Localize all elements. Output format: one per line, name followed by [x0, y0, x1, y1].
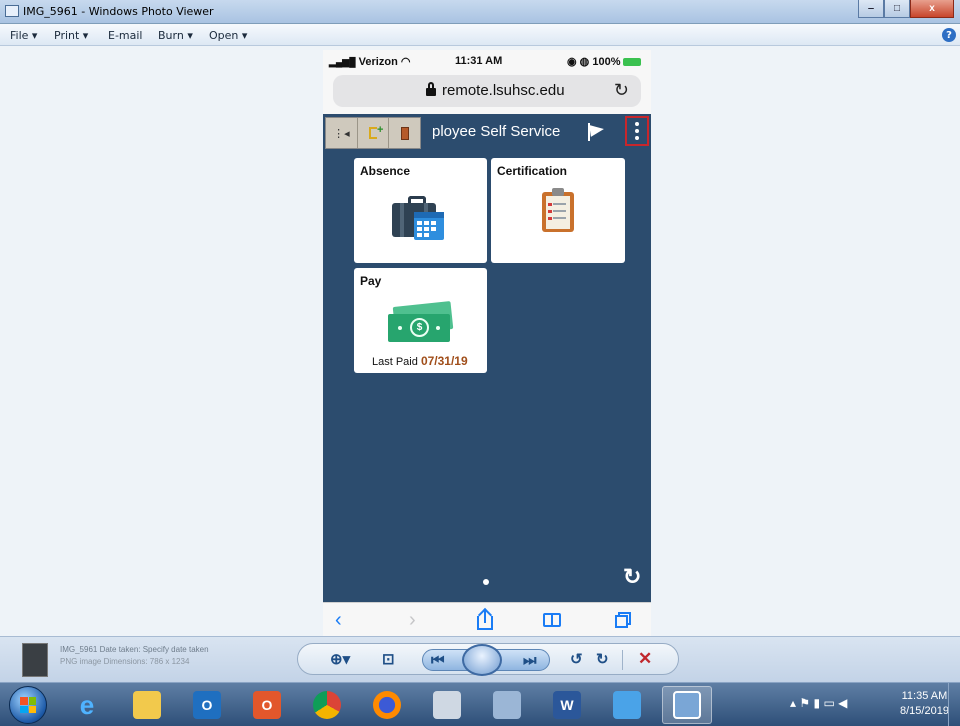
viewer-controls: ⊕▾ ⊡ ⏮ ⏭ ↺ ↻ ✕ [297, 643, 679, 676]
menu-open[interactable]: Open ▾ [209, 29, 247, 42]
help-icon[interactable]: ? [942, 28, 956, 42]
tile-certification-label: Certification [497, 164, 568, 178]
notes-icon[interactable] [482, 686, 532, 724]
volume-icon[interactable]: ◀ [838, 696, 847, 710]
tile-pay[interactable]: Pay $ Last Paid 07/31/19 [354, 268, 487, 373]
tabs-icon[interactable] [615, 612, 631, 628]
previous-icon[interactable]: ⏮ [431, 652, 445, 669]
show-desktop-button[interactable] [948, 683, 960, 726]
chrome-icon[interactable] [302, 686, 352, 724]
phone-screenshot: ▂▄▆█ Verizon ◠ 11:31 AM ◉ ◍ 100% remote.… [323, 50, 651, 636]
menu-print[interactable]: Print ▾ [54, 29, 88, 42]
title-bar: IMG_5961 - Windows Photo Viewer ‒ □ x [0, 0, 960, 24]
bookmarks-icon[interactable] [543, 613, 561, 627]
maximize-button[interactable]: □ [884, 0, 910, 18]
share-icon[interactable] [477, 607, 493, 631]
last-paid-date: 07/31/19 [420, 354, 468, 368]
money-icon: $ [386, 301, 454, 344]
battery-icon [623, 58, 641, 66]
carrier-label: ▂▄▆█ Verizon ◠ [329, 56, 411, 68]
menu-email[interactable]: E-mail [108, 29, 143, 42]
actual-size-icon[interactable]: ⊡ [382, 650, 395, 668]
exit-icon[interactable] [358, 118, 390, 148]
internet-explorer-icon[interactable]: e [62, 686, 112, 724]
word-icon[interactable]: W [542, 686, 592, 724]
tile-certification[interactable]: Certification [491, 158, 625, 263]
taskbar-clock[interactable]: 11:35 AM 8/15/2019 [900, 689, 949, 719]
briefcase-calendar-icon [392, 196, 448, 240]
show-hidden-icons-icon[interactable]: ▴ [790, 696, 796, 710]
alarm-icon: ◍ [579, 56, 590, 68]
nav-collapse-icon[interactable]: ⋮◂ [326, 118, 358, 148]
refresh-icon[interactable]: ↻ [623, 564, 641, 590]
wifi-icon: ◠ [400, 56, 411, 68]
viewer-info-panel: IMG_5961 Date taken: Specify date taken … [0, 636, 960, 682]
remote-desktop-icon[interactable] [602, 686, 652, 724]
tile-absence[interactable]: Absence [354, 158, 487, 263]
safari-address-bar[interactable]: remote.lsuhsc.edu ↻ [333, 75, 641, 107]
clock-date: 8/15/2019 [900, 705, 949, 717]
status-indicators: ◉ ◍ 100% [567, 55, 620, 68]
windows-logo-icon [20, 697, 36, 713]
power-icon[interactable]: ▮ [813, 696, 820, 710]
system-tray: ▴ ⚑ ▮ ▭ ◀ [790, 696, 847, 710]
file-explorer-icon[interactable] [122, 686, 172, 724]
clipboard-icon [542, 188, 574, 232]
tile-absence-label: Absence [360, 164, 411, 178]
file-meta: PNG image Dimensions: 786 x 1234 [60, 657, 190, 666]
slideshow-button[interactable] [462, 644, 502, 676]
delete-icon[interactable]: ✕ [638, 649, 652, 669]
safari-toolbar: ‹ › [323, 602, 651, 636]
photo-viewer-app-icon [5, 5, 19, 17]
photo-viewer-taskbar-icon[interactable] [662, 686, 712, 724]
action-center-flag-icon[interactable]: ⚑ [799, 696, 810, 710]
url-text: remote.lsuhsc.edu [442, 82, 565, 99]
page-indicator-dot [483, 579, 489, 585]
outlook-icon[interactable]: O [182, 686, 232, 724]
last-paid-info: Last Paid 07/31/19 [372, 354, 468, 368]
flag-icon[interactable] [586, 123, 606, 141]
status-time: 11:31 AM [455, 55, 503, 67]
firefox-icon[interactable] [362, 686, 412, 724]
page-title: ployee Self Service [432, 123, 561, 140]
window-controls: ‒ □ x [858, 0, 954, 18]
rotate-clockwise-icon[interactable]: ↻ [596, 650, 609, 668]
rotate-counterclockwise-icon[interactable]: ↺ [570, 650, 583, 668]
file-transfer-icon[interactable] [422, 686, 472, 724]
orientation-lock-icon: ◉ [567, 56, 577, 68]
last-paid-label: Last Paid [372, 356, 418, 368]
menu-file[interactable]: File ▾ [10, 29, 37, 42]
back-icon[interactable]: ‹ [335, 609, 342, 632]
file-thumbnail [22, 643, 48, 677]
app-header: ⋮◂ ployee Self Service [323, 114, 651, 150]
zoom-icon[interactable]: ⊕▾ [330, 650, 350, 668]
taskbar: e O O W ▴ ⚑ ▮ ▭ ◀ 11:35 AM 8/15/2019 [0, 682, 960, 726]
ios-status-bar: ▂▄▆█ Verizon ◠ 11:31 AM ◉ ◍ 100% [323, 50, 651, 74]
lock-icon [426, 82, 436, 97]
employee-self-service-app: ⋮◂ ployee Self Service Absence [323, 114, 651, 602]
nav-toolbar: ⋮◂ [325, 117, 421, 149]
close-window-button[interactable]: x [910, 0, 954, 18]
start-button[interactable] [9, 686, 47, 724]
office-icon[interactable]: O [242, 686, 292, 724]
actions-menu-button[interactable] [625, 116, 649, 146]
photo-viewer-window: IMG_5961 - Windows Photo Viewer ‒ □ x Fi… [0, 0, 960, 726]
file-name: IMG_5961 Date taken: Specify date taken [60, 645, 209, 654]
menu-burn[interactable]: Burn ▾ [158, 29, 193, 42]
window-title: IMG_5961 - Windows Photo Viewer [23, 5, 214, 18]
menu-bar: File ▾ Print ▾ E-mail Burn ▾ Open ▾ ? [0, 24, 960, 46]
minimize-button[interactable]: ‒ [858, 0, 884, 18]
network-icon[interactable]: ▭ [823, 696, 834, 710]
control-divider [622, 650, 623, 670]
door-icon[interactable] [389, 118, 420, 148]
battery-percent: 100% [592, 56, 621, 68]
tile-pay-label: Pay [360, 274, 382, 288]
forward-icon: › [409, 609, 416, 631]
reload-icon[interactable]: ↻ [614, 80, 629, 101]
signal-icon: ▂▄▆█ [329, 57, 356, 67]
next-icon[interactable]: ⏭ [523, 652, 537, 669]
clock-time: 11:35 AM [901, 690, 948, 702]
